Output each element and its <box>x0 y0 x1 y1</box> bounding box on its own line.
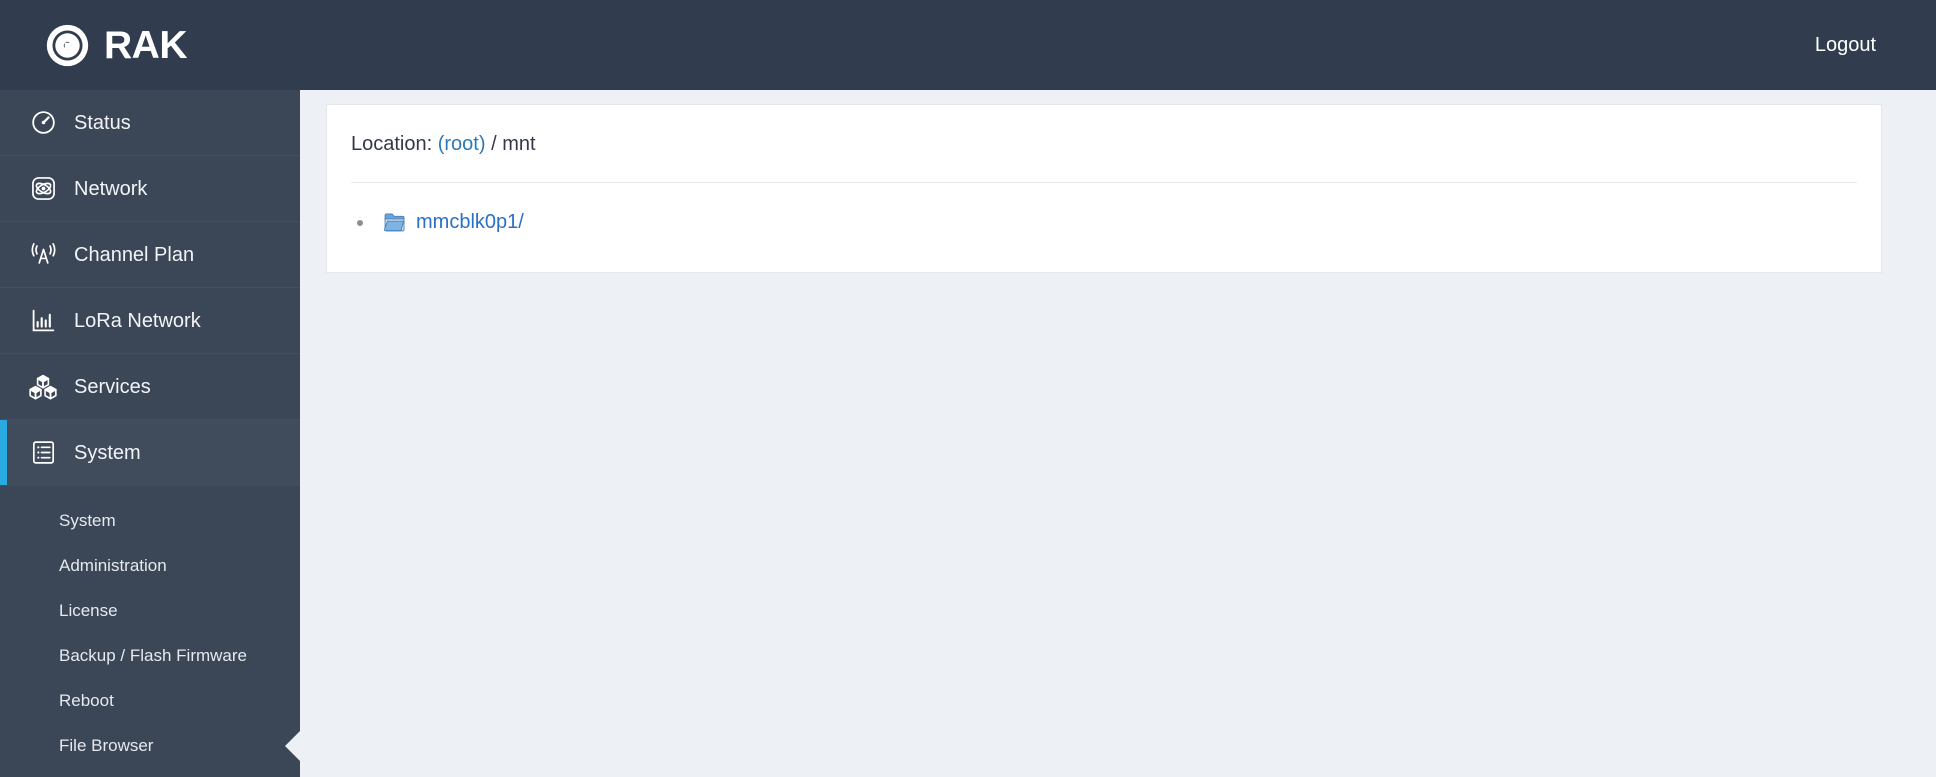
sidebar-subitem-label: License <box>59 600 118 620</box>
location-label: Location: <box>351 133 433 155</box>
sidebar-item-system[interactable]: System <box>0 420 300 486</box>
sidebar-subitem-license[interactable]: License <box>0 588 300 633</box>
sidebar-item-label: Status <box>74 111 131 134</box>
sidebar-item-channel-plan[interactable]: Channel Plan <box>0 222 300 288</box>
list-item[interactable]: mmcblk0p1/ <box>351 211 1857 234</box>
sidebar-subitem-label: Reboot <box>59 690 114 710</box>
breadcrumb-separator: / <box>491 133 497 155</box>
file-browser-card: Location: (root) / mnt mmcblk0p1/ <box>326 104 1882 273</box>
breadcrumb-root-link[interactable]: (root) <box>438 133 486 155</box>
sidebar-subitem-label: File Browser <box>59 735 154 755</box>
breadcrumb: Location: (root) / mnt <box>351 105 1857 183</box>
file-list: mmcblk0p1/ <box>351 183 1857 272</box>
sidebar-nav: Status Network Channel Plan LoRa Network… <box>0 90 300 777</box>
sidebar-item-label: System <box>74 441 141 464</box>
sidebar-item-label: LoRa Network <box>74 309 201 332</box>
main-content: Location: (root) / mnt mmcblk0p1/ <box>300 90 1936 777</box>
file-entry-link[interactable]: mmcblk0p1/ <box>416 211 524 234</box>
sidebar-item-lora-network[interactable]: LoRa Network <box>0 288 300 354</box>
sidebar-subitem-reboot[interactable]: Reboot <box>0 678 300 723</box>
sidebar-subitem-system[interactable]: System <box>0 498 300 543</box>
boxes-icon <box>28 372 58 402</box>
speedometer-icon <box>28 108 58 138</box>
sidebar-item-services[interactable]: Services <box>0 354 300 420</box>
sidebar-subitem-label: System <box>59 510 116 530</box>
sidebar-subitem-label: Administration <box>59 555 167 575</box>
sidebar-item-label: Channel Plan <box>74 243 195 266</box>
sidebar-subitem-label: Backup / Flash Firmware <box>59 645 247 665</box>
logout-button[interactable]: Logout <box>1815 0 1936 90</box>
sidebar-item-network[interactable]: Network <box>0 156 300 222</box>
bar-chart-icon <box>28 306 58 336</box>
atom-icon <box>28 174 58 204</box>
sidebar-item-label: Network <box>74 177 148 200</box>
folder-icon <box>384 213 405 232</box>
app-header: RAK Logout <box>0 0 1936 90</box>
sidebar-subitem-file-browser[interactable]: File Browser <box>0 723 300 768</box>
sidebar-item-status[interactable]: Status <box>0 90 300 156</box>
list-bullet <box>357 219 363 226</box>
sidebar-subitem-administration[interactable]: Administration <box>0 543 300 588</box>
active-accent-bar <box>0 420 7 485</box>
logout-label: Logout <box>1814 33 1876 56</box>
brand-logo[interactable]: RAK <box>44 22 188 69</box>
active-pointer-icon <box>285 729 300 762</box>
sidebar-subitem-backup-flash-firmware[interactable]: Backup / Flash Firmware <box>0 633 300 678</box>
rak-pinwheel-logo-icon <box>46 24 89 66</box>
brand-name: RAK <box>104 23 188 67</box>
list-document-icon <box>28 438 58 468</box>
breadcrumb-current: mnt <box>502 133 536 155</box>
antenna-icon <box>28 240 58 270</box>
sidebar-item-label: Services <box>74 375 151 398</box>
